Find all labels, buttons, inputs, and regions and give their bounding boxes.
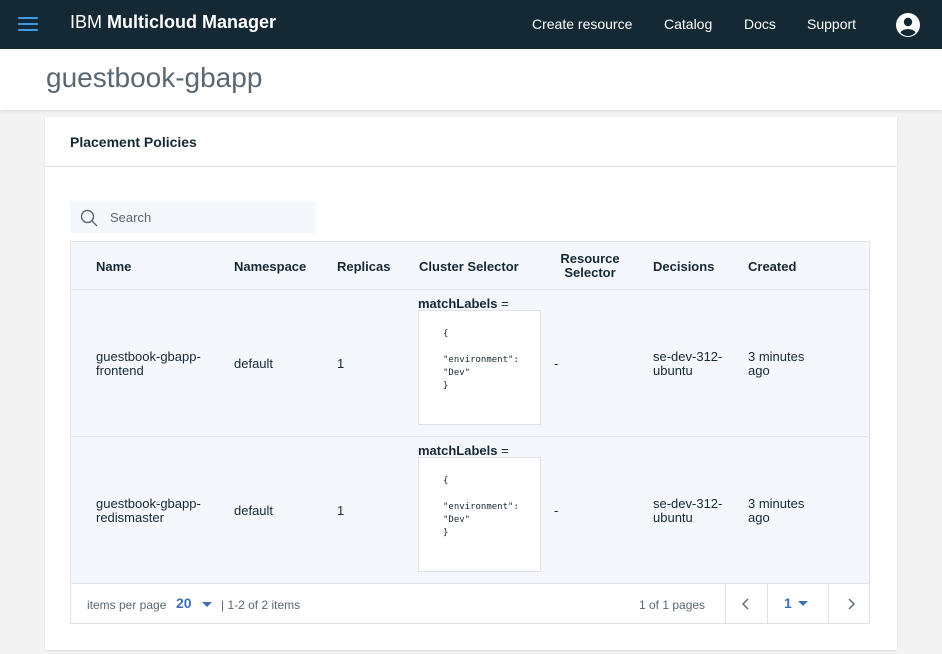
row-created-line1: 3 minutes	[748, 496, 805, 511]
match-labels-label: matchLabels =	[418, 443, 509, 458]
cluster-selector-code: { "environment": "Dev" }	[418, 457, 541, 572]
col-resource-selector-line2: Selector	[564, 265, 616, 280]
match-labels-equals: =	[497, 443, 509, 458]
user-avatar-icon[interactable]	[895, 12, 921, 38]
row-created-line2: ago	[748, 510, 770, 525]
search-box	[70, 201, 316, 233]
current-page-value: 1	[784, 595, 792, 611]
row-replicas: 1	[337, 503, 345, 518]
col-created[interactable]: Created	[748, 259, 796, 274]
chevron-left-icon	[742, 598, 749, 610]
row-decisions: se-dev-312- ubuntu	[653, 497, 722, 525]
items-per-page-label: items per page	[87, 598, 167, 612]
page-title: guestbook-gbapp	[46, 62, 263, 93]
table-header: Name Namespace Replicas Cluster Selector…	[71, 242, 869, 290]
cluster-selector-code: { "environment": "Dev" }	[418, 310, 541, 425]
code-line: "Dev"	[443, 515, 471, 525]
col-resource-selector-line1: Resource	[560, 251, 620, 266]
match-labels-key: matchLabels	[418, 443, 498, 458]
col-name[interactable]: Name	[96, 259, 131, 274]
brand-name: Multicloud Manager	[107, 12, 277, 32]
code-line: "environment":	[443, 502, 519, 512]
col-replicas[interactable]: Replicas	[337, 259, 390, 274]
pagination-bar: items per page 20 | 1-2 of 2 items 1 of …	[71, 583, 870, 624]
items-per-page-select[interactable]: 20	[176, 594, 216, 614]
row-name-line1: guestbook-gbapp-	[96, 496, 201, 511]
pages-text: 1 of 1 pages	[639, 598, 706, 612]
row-replicas: 1	[337, 356, 345, 371]
chevron-down-icon	[202, 602, 212, 607]
next-page-button[interactable]	[828, 584, 870, 624]
row-decisions-line2: ubuntu	[653, 363, 693, 378]
row-created: 3 minutes ago	[748, 497, 804, 525]
nav-create-resource[interactable]: Create resource	[532, 16, 632, 32]
row-created-line2: ago	[748, 363, 770, 378]
col-decisions[interactable]: Decisions	[653, 259, 714, 274]
policies-table: Name Namespace Replicas Cluster Selector…	[70, 241, 870, 624]
code-line: "environment":	[443, 355, 519, 365]
row-name: guestbook-gbapp- frontend	[96, 350, 201, 378]
col-resource-selector[interactable]: Resource Selector	[558, 252, 622, 280]
col-cluster-selector[interactable]: Cluster Selector	[419, 259, 519, 274]
chevron-right-icon	[848, 598, 855, 610]
row-created-line1: 3 minutes	[748, 349, 805, 364]
row-name-line2: redismaster	[96, 510, 164, 525]
hamburger-menu-icon[interactable]	[16, 14, 40, 34]
page-header: guestbook-gbapp	[0, 49, 942, 110]
items-per-page-value: 20	[176, 595, 192, 611]
row-name: guestbook-gbapp- redismaster	[96, 497, 201, 525]
brand-logo[interactable]: IBM Multicloud Manager	[70, 12, 276, 33]
code-line: "Dev"	[443, 368, 471, 378]
row-name-line1: guestbook-gbapp-	[96, 349, 201, 364]
placement-policies-card: Placement Policies Name Namespace Replic…	[45, 117, 897, 650]
brand-prefix: IBM	[70, 12, 103, 32]
code-line: }	[443, 381, 449, 391]
search-input[interactable]	[110, 201, 310, 233]
match-labels-equals: =	[497, 296, 509, 311]
row-decisions-line2: ubuntu	[653, 510, 693, 525]
nav-catalog[interactable]: Catalog	[664, 16, 712, 32]
chevron-down-icon	[798, 601, 808, 606]
top-nav-bar: IBM Multicloud Manager Create resource C…	[0, 0, 942, 49]
code-line: }	[443, 528, 449, 538]
row-resource-selector: -	[554, 503, 559, 518]
row-namespace: default	[234, 503, 274, 518]
match-labels-key: matchLabels	[418, 296, 498, 311]
row-namespace: default	[234, 356, 274, 371]
nav-docs[interactable]: Docs	[744, 16, 776, 32]
code-line: {	[443, 329, 449, 339]
row-created: 3 minutes ago	[748, 350, 804, 378]
row-name-line2: frontend	[96, 363, 144, 378]
previous-page-button[interactable]	[725, 584, 767, 624]
table-row[interactable]: guestbook-gbapp- frontend default 1 matc…	[71, 290, 869, 437]
nav-support[interactable]: Support	[807, 16, 856, 32]
code-line: {	[443, 476, 449, 486]
page-select[interactable]: 1	[767, 584, 828, 624]
table-row[interactable]: guestbook-gbapp- redismaster default 1 m…	[71, 437, 869, 584]
card-title: Placement Policies	[70, 134, 197, 150]
match-labels-label: matchLabels =	[418, 296, 509, 311]
row-decisions: se-dev-312- ubuntu	[653, 350, 722, 378]
row-decisions-line1: se-dev-312-	[653, 349, 723, 364]
search-icon	[80, 209, 98, 227]
col-namespace[interactable]: Namespace	[234, 259, 306, 274]
row-decisions-line1: se-dev-312-	[653, 496, 723, 511]
divider	[45, 166, 897, 167]
row-resource-selector: -	[554, 356, 559, 371]
items-range-text: | 1-2 of 2 items	[221, 598, 301, 612]
